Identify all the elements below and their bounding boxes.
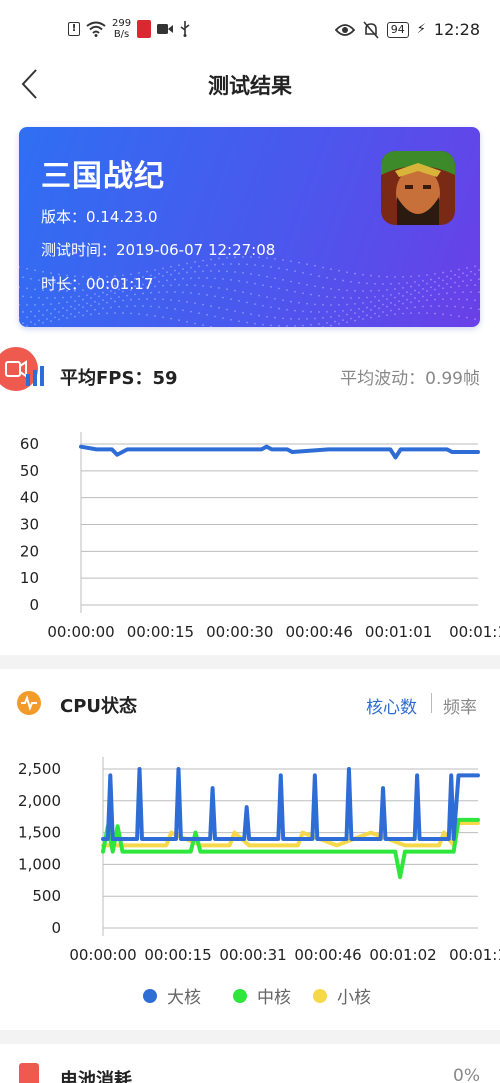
tab-frequency[interactable]: 频率 [443,693,477,718]
game-info-card: 三国战纪 版本：0.14.23.0 测试时间：2019-06-07 12:27:… [19,127,480,327]
game-app-icon [381,151,455,225]
status-bar: ! 299 B/s 94 ⚡ 12:28 [0,0,500,60]
usb-icon [180,21,190,37]
legend-dot [143,988,157,1003]
tab-core-count[interactable]: 核心数 [366,693,417,718]
section-divider [0,655,500,669]
net-speed-unit: B/s [113,29,130,40]
y-tick-label: 20 [20,542,39,560]
test-time: 测试时间：2019-06-07 12:27:08 [41,241,276,259]
section-divider [0,1030,500,1044]
y-tick-label: 60 [20,435,39,453]
series-line-1 [101,817,480,880]
cpu-chart: 2,500 2,000 1,500 1,000 500 0 00:00:00 00:00:15… [0,750,500,975]
charging-icon: ⚡ [416,22,426,37]
x-tick-label: 00:01:01 [365,623,432,641]
x-tick-label: 00:00:46 [286,623,353,641]
y-tick-label: 0 [29,596,39,614]
y-tick-label: 2,000 [18,792,61,810]
legend-dot [233,988,247,1003]
x-tick-label: 00:00:46 [294,946,361,964]
x-tick-label: 00:00:00 [47,623,114,641]
x-tick-label: 00:00:30 [206,623,273,641]
legend-dot [313,988,327,1003]
fps-bars-icon [26,366,44,386]
battery-value: 0% [453,1066,480,1083]
battery-icon [19,1063,39,1083]
legend-label: 大核 [167,988,201,1008]
fps-chart: 60 50 40 30 20 10 0 00:00:00 00:00:15 00:00:30 00:… [0,420,500,645]
tab-separator [431,693,432,713]
video-icon [157,24,174,34]
app-header: 测试结果 [0,60,500,110]
y-tick-label: 30 [20,516,39,534]
legend-mid-core: 中核 [233,983,291,1008]
y-tick-label: 1,500 [18,824,61,842]
mic-icon [137,20,152,38]
clock: 12:28 [433,20,480,39]
game-name: 三国战纪 [41,159,165,194]
battery-title: 电池消耗 [60,1070,132,1083]
y-tick-label: 2,500 [18,760,61,778]
x-tick-label: 00:01:02 [369,946,436,964]
y-tick-label: 40 [20,489,39,507]
x-tick-label: 00:00:00 [69,946,136,964]
series-line-0 [101,821,480,848]
page-title: 测试结果 [208,74,292,98]
legend-big-core: 大核 [143,983,201,1008]
status-left-icons: ! 299 B/s [68,18,191,40]
cpu-title: CPU状态 [60,696,138,717]
series-line-2 [101,767,480,841]
y-tick-label: 50 [20,462,39,480]
legend-label: 中核 [257,988,291,1008]
series-line-0 [79,444,480,460]
y-tick-label: 1,000 [18,855,61,873]
fps-average: 平均FPS：59 [60,368,178,389]
game-version: 版本：0.14.23.0 [41,208,158,226]
wifi-icon [86,21,106,37]
test-duration: 时长：00:01:17 [41,275,154,293]
x-tick-label: 00:00:31 [219,946,286,964]
legend-label: 小核 [337,988,371,1008]
status-right-icons: 94 ⚡ 12:28 [334,20,480,39]
net-speed-value: 299 [112,18,132,29]
eye-icon [334,23,355,36]
y-tick-label: 0 [51,919,61,937]
fps-fluctuation: 平均波动：0.99帧 [340,369,480,389]
cpu-pulse-icon [17,691,41,715]
bell-muted-icon [363,20,379,39]
x-tick-label: 00:00:15 [144,946,211,964]
y-tick-label: 500 [32,887,61,905]
battery-indicator: 94 [386,21,409,38]
x-tick-label: 00:01:1 [449,623,500,641]
x-tick-label: 00:01:1 [449,946,500,964]
net-speed: 299 B/s [112,18,131,40]
legend-small-core: 小核 [313,983,371,1008]
alert-icon: ! [68,22,80,36]
x-tick-label: 00:00:15 [127,623,194,641]
y-tick-label: 10 [20,569,39,587]
